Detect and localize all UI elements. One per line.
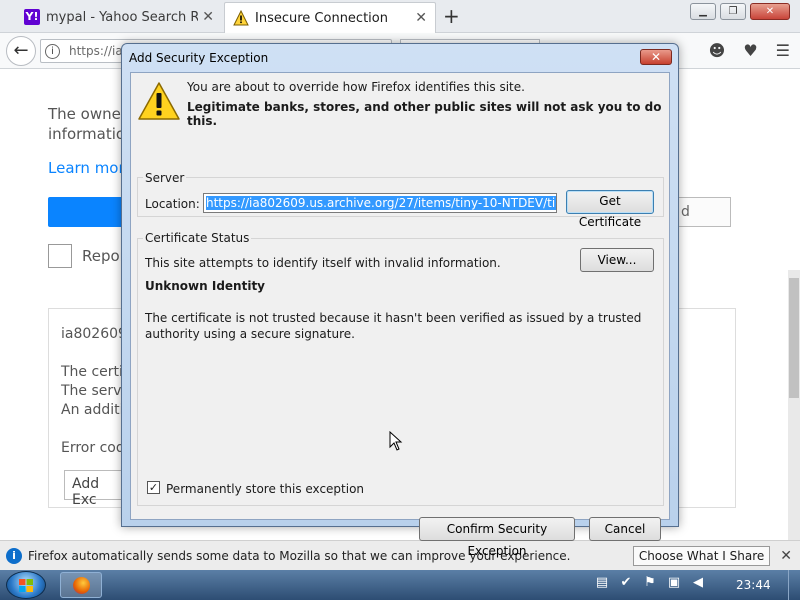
tab-close-icon[interactable]: ✕ (415, 10, 427, 26)
clock[interactable]: 23:44 (736, 578, 771, 592)
checkmark-icon: ✓ (148, 481, 159, 494)
yahoo-icon: Y! (24, 9, 40, 25)
pocket-icon[interactable]: ♥ (743, 41, 757, 60)
go-back-button[interactable] (48, 197, 124, 227)
dialog-body: You are about to override how Firefox id… (130, 72, 670, 558)
dialog-title: Add Security Exception (129, 51, 269, 65)
tab-yahoo-search[interactable]: Y! mypal - Yahoo Search Res… ✕ (16, 2, 222, 32)
confirm-security-exception-button[interactable]: Confirm Security Exception (419, 517, 575, 558)
scrollbar-thumb[interactable] (789, 278, 799, 398)
view-button[interactable]: View... (580, 248, 654, 272)
intro-warning-text: Legitimate banks, stores, and other publ… (187, 100, 662, 128)
info-icon[interactable]: i (45, 44, 60, 59)
start-button[interactable] (6, 571, 46, 599)
tab-close-icon[interactable]: ✕ (202, 9, 214, 25)
windows-logo-icon (19, 579, 33, 592)
tab-insecure-connection[interactable]: Insecure Connection ✕ (224, 2, 436, 33)
maximize-button[interactable]: ❐ (720, 3, 746, 20)
add-security-exception-dialog: Add Security Exception ✕ You are about t… (121, 43, 679, 558)
toolbar-icons: ☻ ♥ ☰ (709, 41, 790, 60)
menu-icon[interactable]: ☰ (776, 41, 790, 60)
notification-close-icon[interactable]: ✕ (780, 548, 792, 564)
taskbar-firefox[interactable] (60, 572, 102, 598)
server-legend: Server (143, 171, 187, 185)
intro-text: You are about to override how Firefox id… (187, 80, 525, 94)
add-exception-button[interactable]: Add Exc (64, 470, 124, 508)
location-label: Location: (145, 197, 200, 211)
window-close-button[interactable]: ✕ (750, 3, 790, 20)
advanced-button[interactable]: d (676, 197, 731, 227)
back-arrow-icon: ← (13, 40, 29, 61)
flag-icon[interactable]: ⚑ (642, 575, 658, 593)
location-value: https://ia802609.us.archive.org/27/items… (206, 196, 556, 210)
warning-icon (138, 82, 180, 120)
system-tray: ▤ ✔ ⚑ ▣ ◀ (594, 575, 706, 593)
certificate-status-legend: Certificate Status (143, 231, 252, 245)
owner-text: The owner information (48, 105, 135, 143)
window-controls: ▁ ❐ ✕ (690, 3, 790, 20)
permanent-exception-label[interactable]: Permanently store this exception (166, 482, 364, 496)
get-certificate-button[interactable]: Get Certificate (566, 190, 654, 229)
document-icon[interactable]: ▤ (594, 575, 610, 593)
choose-what-i-share-button[interactable]: Choose What I Share (632, 545, 771, 566)
mouse-cursor-icon (389, 431, 403, 451)
status-text: This site attempts to identify itself wi… (145, 256, 501, 270)
notification-message: Firefox automatically sends some data to… (28, 548, 571, 563)
minimize-button[interactable]: ▁ (690, 3, 716, 20)
permanent-exception-checkbox[interactable]: ✓ (147, 481, 160, 494)
explanation-text: The certificate is not trusted because i… (145, 311, 642, 341)
info-icon: i (6, 547, 22, 564)
tab-title: Insecure Connection (255, 10, 388, 26)
taskbar: ▤ ✔ ⚑ ▣ ◀ 23:44 (0, 570, 800, 600)
firefox-icon (73, 577, 90, 594)
tab-title: mypal - Yahoo Search Res… (46, 9, 199, 25)
notification-bar: i Firefox automatically sends some data … (0, 540, 800, 570)
cancel-button[interactable]: Cancel (589, 517, 661, 541)
volume-icon[interactable]: ◀ (690, 575, 706, 593)
report-checkbox[interactable] (48, 244, 72, 268)
dialog-close-button[interactable]: ✕ (640, 49, 672, 65)
location-input[interactable]: https://ia802609.us.archive.org/27/items… (203, 193, 557, 213)
report-label: Repor (82, 247, 126, 265)
new-tab-button[interactable]: + (443, 4, 460, 28)
tab-bar: Y! mypal - Yahoo Search Res… ✕ Insecure … (0, 0, 800, 33)
smiley-icon[interactable]: ☻ (709, 41, 726, 60)
network-icon[interactable]: ▣ (666, 575, 682, 593)
security-icon[interactable]: ✔ (618, 575, 634, 593)
warning-icon (233, 10, 249, 26)
unknown-identity-heading: Unknown Identity (145, 279, 266, 293)
show-desktop-button[interactable] (788, 570, 800, 600)
back-button[interactable]: ← (6, 36, 36, 66)
